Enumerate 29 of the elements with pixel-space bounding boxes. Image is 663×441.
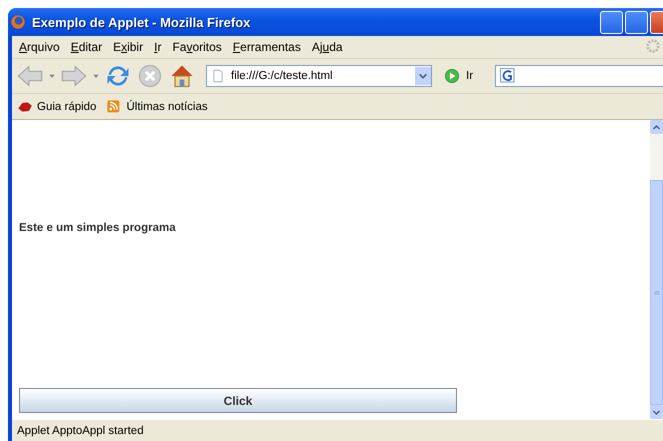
go-icon [444,68,460,84]
address-field[interactable]: file:///G:/c/teste.html [206,65,432,87]
dropdown-arrow-icon[interactable] [48,72,56,80]
bookmark-link[interactable]: Últimas notícias [106,98,208,114]
maximize-button[interactable] [625,10,648,34]
search-engine-icon [499,67,518,85]
bookmark-link[interactable]: Guia rápido [17,98,96,114]
search-field[interactable] [495,65,663,87]
click-button[interactable]: Click [19,388,457,413]
menu-item[interactable]: Exibir [110,40,152,54]
window-title: Exemplo de Applet - Mozilla Firefox [32,14,250,30]
stop-icon[interactable] [136,62,164,90]
close-button[interactable] [650,10,663,34]
menu-item[interactable]: Editar [68,40,110,54]
menu-item[interactable]: Favoritos [169,40,230,54]
menu-item[interactable]: Arquivo [16,40,68,54]
menu-item[interactable]: Ajuda [308,40,351,54]
dropdown-arrow-icon[interactable] [92,72,100,80]
minimize-button[interactable] [600,10,623,34]
page-icon [211,69,225,83]
rss-feed-icon [106,98,122,114]
menu-item[interactable]: Ir [151,40,170,54]
throbber-icon [645,38,661,54]
grip-icon [652,288,660,296]
go-button[interactable]: Ir [440,68,478,84]
applet-text: Este e um simples programa [19,222,177,234]
menu-item[interactable]: Ferramentas [230,40,309,54]
scrollbar[interactable] [650,120,663,419]
status-text: Applet ApptoAppl started [17,424,144,436]
